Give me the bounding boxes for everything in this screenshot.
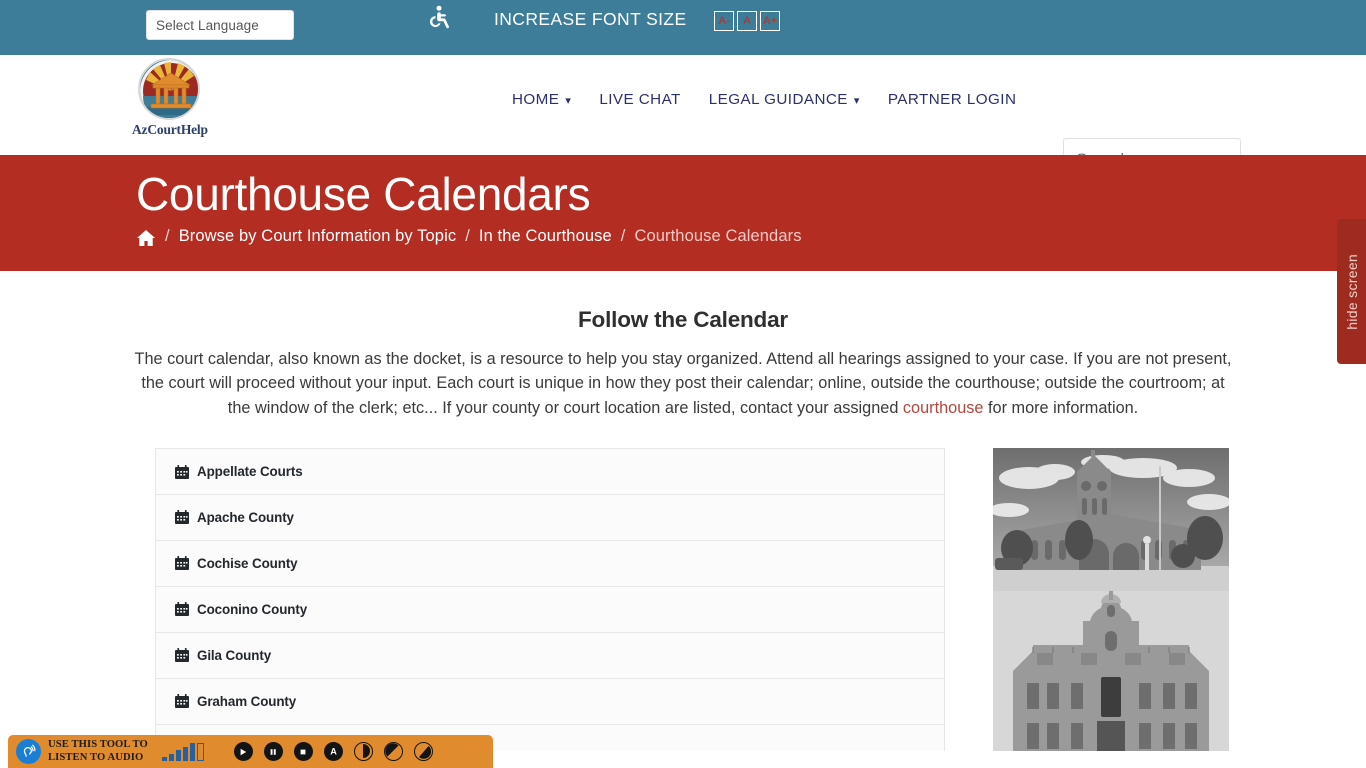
nav-item-legal-guidance[interactable]: LEGAL GUIDANCE ▾ [709,91,860,108]
breadcrumb-separator: / [620,226,626,245]
nav-item-home-label: HOME [512,91,560,108]
accordion-item-label: Appellate Courts [197,464,303,480]
breadcrumb-separator: / [165,226,170,245]
home-icon[interactable] [136,229,156,247]
courthouse-photos [989,447,1231,751]
breadcrumb-item-current: Courthouse Calendars [634,226,802,245]
azcourthelp-emblem-icon [138,58,200,120]
theme-button[interactable] [413,742,433,761]
contrast-wedge-icon [418,746,431,759]
increase-font-size-label: INCREASE FONT SIZE [494,9,687,29]
breadcrumb-item-in-the-courthouse[interactable]: In the Courthouse [479,227,612,246]
reset-font-button[interactable]: A [737,11,757,31]
nav-item-live-chat[interactable]: LIVE CHAT [599,91,680,108]
volume-bar [175,749,181,761]
accordion-item-cochise-county[interactable]: Cochise County [156,540,944,587]
page-hero-banner: Courthouse Calendars / Browse by Court I… [0,155,1366,364]
intro-section: Follow the Calendar The court calendar, … [0,271,1366,420]
chevron-down-icon: ▾ [565,95,572,107]
hide-screen-label: hide screen [1343,253,1360,330]
accordion-item-appellate-courts[interactable]: Appellate Courts [156,448,944,495]
contrast-button[interactable] [353,742,373,761]
increase-font-button[interactable]: A+ [760,11,780,31]
volume-bar [161,756,167,761]
font-size-buttons: A- A A+ [714,11,780,31]
courthouse-link[interactable]: courthouse [903,399,984,417]
accordion-item-label: Gila County [197,647,272,663]
intro-paragraph: The court calendar, also known as the do… [133,347,1233,420]
accordion-item-label: Apache County [197,509,294,525]
letter-a-icon: A [330,747,337,757]
ear-listen-icon[interactable] [16,739,41,764]
accordion-item-apache-county[interactable]: Apache County [156,494,944,541]
site-logo-text: AzCourtHelp [132,122,208,137]
invert-button[interactable] [383,742,403,761]
svg-text:A: A [330,747,337,757]
historic-courthouse-photo-2 [993,590,1229,751]
accessibility-topbar: Select Language INCREASE FONT SIZE A- A … [0,0,1366,55]
breadcrumb-separator: / [465,226,470,245]
accordion-item-label: Cochise County [197,555,298,571]
volume-bar [189,742,195,761]
accordion-item-graham-county[interactable]: Graham County [156,678,944,725]
volume-bar [182,746,188,761]
language-select[interactable]: Select Language [146,10,294,40]
nav-item-live-chat-label: LIVE CHAT [599,91,681,108]
calendar-icon [175,464,189,479]
audio-controls: A [233,742,433,761]
contrast-diagonal-icon [385,743,399,757]
calendar-icon [175,648,189,663]
stop-button[interactable] [293,742,313,761]
audio-toolbar-label: USE THIS TOOL TO LISTEN TO AUDIO [48,739,148,765]
nav-item-partner-login-label: PARTNER LOGIN [887,91,1017,108]
section-heading: Follow the Calendar [578,307,788,332]
pause-icon [270,748,277,755]
play-button[interactable] [233,742,253,761]
play-icon [240,748,247,755]
intro-paragraph-text-2: for more information. [983,398,1139,417]
volume-level-indicator[interactable] [161,742,204,761]
main-navigation: HOME ▾ LIVE CHAT LEGAL GUIDANCE ▾ PARTNE… [512,91,1016,108]
volume-bar [168,753,174,761]
breadcrumb: / Browse by Court Information by Topic /… [136,226,1366,247]
chevron-down-icon: ▾ [853,95,860,107]
accordion-item-gila-county[interactable]: Gila County [156,632,944,679]
audio-toolbar-label-line-2: LISTEN TO AUDIO [48,751,144,763]
nav-item-home[interactable]: HOME ▾ [512,91,571,108]
accordion-item-label: Graham County [197,693,297,709]
site-header: AzCourtHelp HOME ▾ LIVE CHAT LEGAL GUIDA… [0,55,1366,181]
decrease-font-button[interactable]: A- [714,11,734,31]
stop-icon [300,749,306,754]
breadcrumb-item-browse-by-topic[interactable]: Browse by Court Information by Topic [179,227,457,246]
main-content: Follow the Calendar The court calendar, … [0,271,1366,751]
calendar-icon [175,602,189,617]
text-size-button[interactable]: A [323,742,343,761]
pause-button[interactable] [263,742,283,761]
accordion-item-coconino-county[interactable]: Coconino County [156,586,944,633]
calendar-icon [175,510,189,525]
audio-player-toolbar: USE THIS TOOL TO LISTEN TO AUDIO A [8,735,493,768]
nav-item-partner-login[interactable]: PARTNER LOGIN [888,91,1017,108]
historic-courthouse-photo-1 [989,447,1231,591]
contrast-half-icon [362,744,370,758]
content-row: Appellate Courts Apache County Cochise C… [0,447,1366,751]
audio-toolbar-label-line-1: USE THIS TOOL TO [48,738,148,750]
page-title: Courthouse Calendars [136,168,591,220]
wheelchair-icon[interactable] [428,4,452,34]
language-select-label: Select Language [156,17,259,33]
calendar-icon [175,694,189,709]
hide-screen-tab[interactable]: hide screen [1337,219,1366,364]
calendar-icon [175,556,189,571]
volume-bar-empty [196,742,204,761]
site-logo[interactable]: AzCourtHelp [132,58,208,138]
accordion-item-label: Coconino County [197,601,308,617]
calendar-accordion: Appellate Courts Apache County Cochise C… [155,447,945,751]
nav-item-legal-guidance-label: LEGAL GUIDANCE [708,91,848,108]
